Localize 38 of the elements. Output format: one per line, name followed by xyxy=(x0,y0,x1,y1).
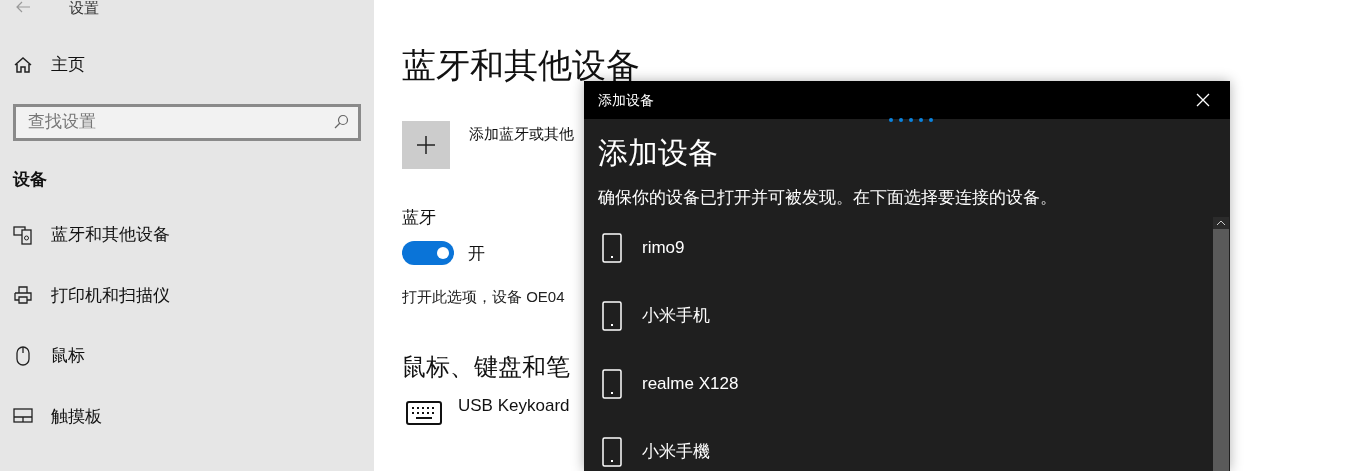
dialog-instruction: 确保你的设备已打开并可被发现。在下面选择要连接的设备。 xyxy=(598,187,1058,209)
device-item[interactable]: realme X128 xyxy=(602,370,1213,399)
keyboard-icon xyxy=(406,400,442,425)
scrollbar[interactable] xyxy=(1213,216,1229,471)
device-icon xyxy=(13,224,33,245)
section-heading: 设备 xyxy=(13,168,48,191)
description-text: 打开此选项，设备 OE04 xyxy=(402,287,565,307)
search-icon[interactable] xyxy=(333,113,349,130)
sidebar-item[interactable]: 蓝牙和其他设备 xyxy=(13,222,361,248)
plus-icon xyxy=(416,135,436,155)
dialog-heading: 添加设备 xyxy=(598,138,719,168)
progress-dots-icon xyxy=(889,118,933,122)
sidebar-item[interactable]: 鼠标 xyxy=(13,343,361,369)
device-item[interactable]: 小米手機 xyxy=(602,438,1213,467)
bluetooth-label: 蓝牙 xyxy=(402,207,436,229)
sidebar-item[interactable]: 触摸板 xyxy=(13,403,361,429)
device-name[interactable]: USB Keykoard xyxy=(458,392,570,418)
device-item[interactable]: rimo9 xyxy=(602,234,1213,263)
bluetooth-toggle[interactable] xyxy=(402,241,454,266)
toggle-state: 开 xyxy=(468,242,485,265)
printer-icon xyxy=(13,285,33,306)
phone-icon xyxy=(602,232,622,263)
mouse-icon xyxy=(13,345,33,366)
search-field[interactable]: 查找设置 xyxy=(13,103,361,141)
phone-icon xyxy=(602,300,622,331)
phone-icon xyxy=(602,436,622,467)
page-heading: 蓝牙和其他设备 xyxy=(402,48,640,82)
phone-icon xyxy=(602,368,622,399)
add-device-label[interactable]: 添加蓝牙或其他 xyxy=(469,123,574,146)
add-device-button[interactable] xyxy=(402,121,450,169)
dialog-title: 添加设备 xyxy=(598,90,654,110)
close-icon[interactable] xyxy=(1196,93,1210,107)
section-heading: 鼠标、键盘和笔 xyxy=(402,354,570,379)
sidebar-item[interactable]: 打印机和扫描仪 xyxy=(13,282,361,308)
device-item[interactable]: 小米手机 xyxy=(602,302,1213,331)
home-link[interactable]: 主页 xyxy=(13,52,361,78)
window-title: 设置 xyxy=(69,0,99,15)
home-icon xyxy=(13,55,33,74)
